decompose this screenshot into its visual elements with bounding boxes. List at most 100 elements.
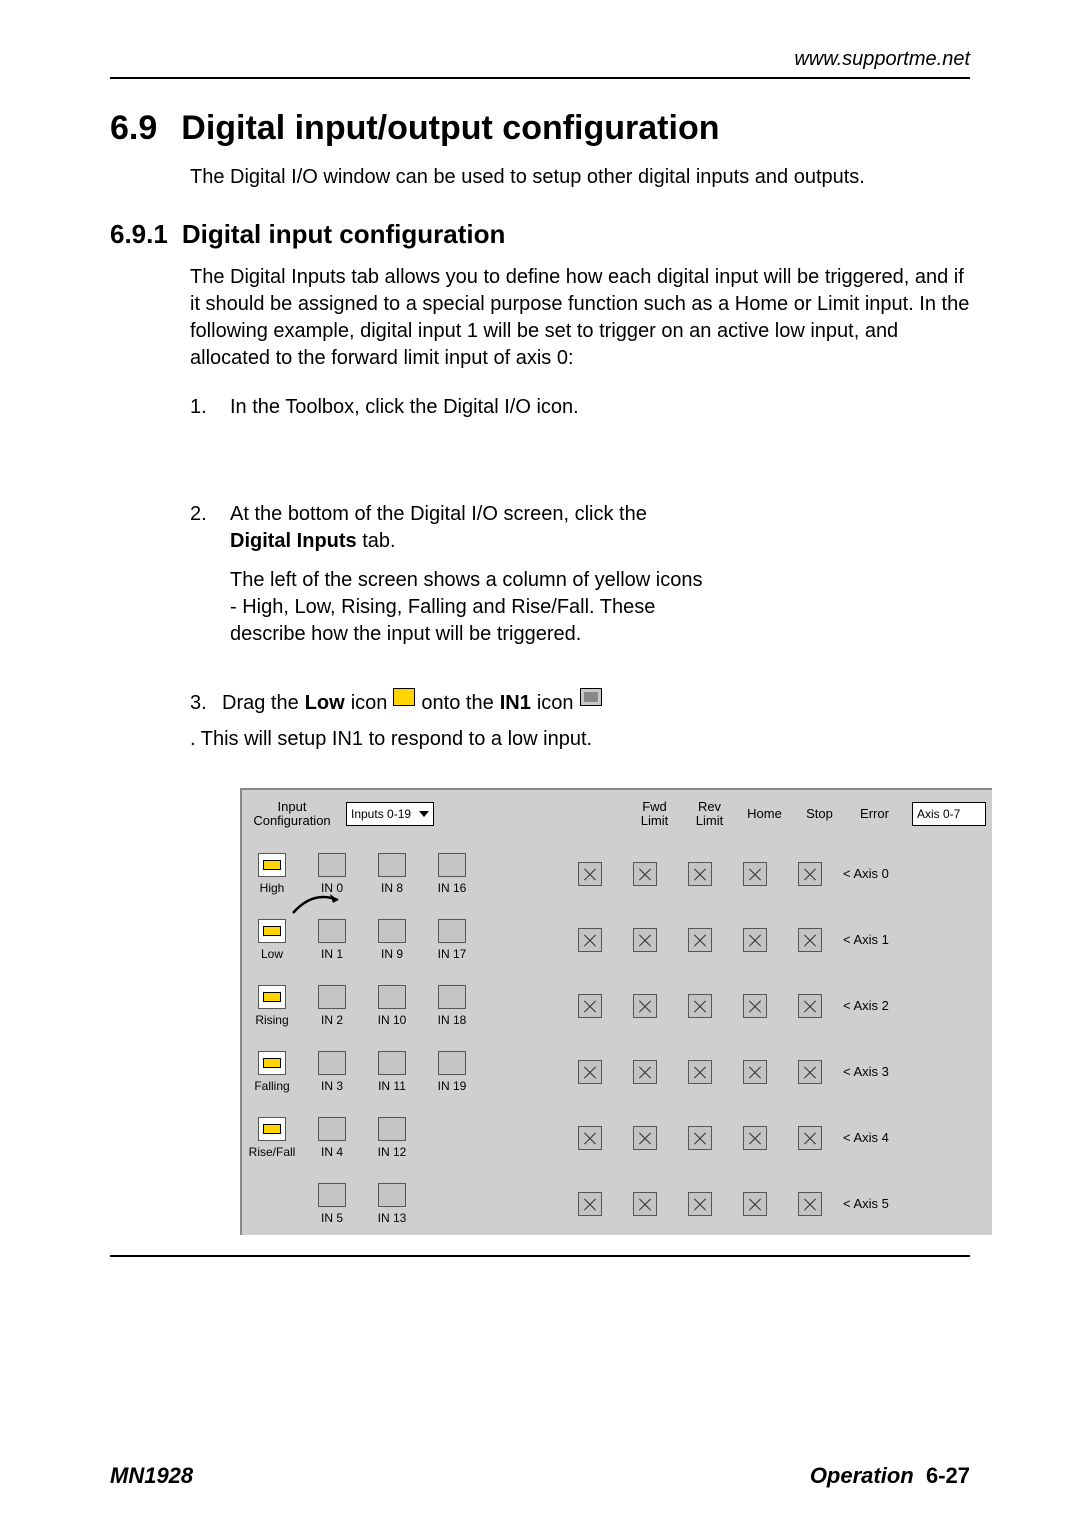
trigger-icon[interactable]: [258, 1051, 286, 1075]
unassigned-icon[interactable]: [688, 862, 712, 886]
unassigned-icon[interactable]: [578, 862, 602, 886]
assignment-cell[interactable]: [562, 1192, 617, 1216]
unassigned-icon[interactable]: [633, 1192, 657, 1216]
unassigned-icon[interactable]: [798, 994, 822, 1018]
input-cell[interactable]: IN 0: [302, 853, 362, 895]
trigger-icon[interactable]: [258, 985, 286, 1009]
input-cell[interactable]: IN 5: [302, 1183, 362, 1225]
trigger-type-cell[interactable]: Rising: [242, 985, 302, 1027]
input-icon[interactable]: [378, 1051, 406, 1075]
input-cell[interactable]: IN 4: [302, 1117, 362, 1159]
unassigned-icon[interactable]: [743, 1126, 767, 1150]
unassigned-icon[interactable]: [688, 1060, 712, 1084]
assignment-cell[interactable]: [782, 1192, 837, 1216]
input-icon[interactable]: [378, 1183, 406, 1207]
trigger-type-cell[interactable]: Falling: [242, 1051, 302, 1093]
trigger-type-cell[interactable]: High: [242, 853, 302, 895]
input-cell[interactable]: IN 8: [362, 853, 422, 895]
unassigned-icon[interactable]: [578, 994, 602, 1018]
axis-range-select[interactable]: Axis 0-7: [912, 802, 986, 826]
input-cell[interactable]: IN 1: [302, 919, 362, 961]
assignment-cell[interactable]: [562, 862, 617, 886]
unassigned-icon[interactable]: [743, 994, 767, 1018]
assignment-cell[interactable]: [782, 928, 837, 952]
assignment-cell[interactable]: [727, 994, 782, 1018]
unassigned-icon[interactable]: [688, 1126, 712, 1150]
trigger-icon[interactable]: [258, 1117, 286, 1141]
assignment-cell[interactable]: [727, 928, 782, 952]
input-icon[interactable]: [438, 853, 466, 877]
unassigned-icon[interactable]: [688, 928, 712, 952]
assignment-cell[interactable]: [617, 1060, 672, 1084]
input-icon[interactable]: [318, 985, 346, 1009]
unassigned-icon[interactable]: [743, 1060, 767, 1084]
assignment-cell[interactable]: [672, 1192, 727, 1216]
unassigned-icon[interactable]: [688, 1192, 712, 1216]
unassigned-icon[interactable]: [578, 928, 602, 952]
input-icon[interactable]: [318, 1183, 346, 1207]
input-cell[interactable]: IN 16: [422, 853, 482, 895]
input-icon[interactable]: [318, 919, 346, 943]
assignment-cell[interactable]: [727, 1192, 782, 1216]
unassigned-icon[interactable]: [633, 928, 657, 952]
assignment-cell[interactable]: [617, 928, 672, 952]
input-icon[interactable]: [438, 919, 466, 943]
unassigned-icon[interactable]: [798, 1060, 822, 1084]
assignment-cell[interactable]: [562, 994, 617, 1018]
assignment-cell[interactable]: [672, 928, 727, 952]
unassigned-icon[interactable]: [798, 1126, 822, 1150]
assignment-cell[interactable]: [782, 1060, 837, 1084]
input-icon[interactable]: [318, 853, 346, 877]
assignment-cell[interactable]: [562, 1060, 617, 1084]
unassigned-icon[interactable]: [633, 1060, 657, 1084]
input-cell[interactable]: IN 2: [302, 985, 362, 1027]
assignment-cell[interactable]: [672, 994, 727, 1018]
input-icon[interactable]: [438, 1051, 466, 1075]
assignment-cell[interactable]: [672, 1060, 727, 1084]
input-icon[interactable]: [318, 1117, 346, 1141]
input-cell[interactable]: IN 9: [362, 919, 422, 961]
input-cell[interactable]: IN 19: [422, 1051, 482, 1093]
unassigned-icon[interactable]: [798, 928, 822, 952]
assignment-cell[interactable]: [617, 994, 672, 1018]
unassigned-icon[interactable]: [633, 862, 657, 886]
input-cell[interactable]: IN 13: [362, 1183, 422, 1225]
assignment-cell[interactable]: [562, 1126, 617, 1150]
input-icon[interactable]: [378, 919, 406, 943]
input-cell[interactable]: IN 18: [422, 985, 482, 1027]
inputs-range-select[interactable]: Inputs 0-19: [346, 802, 434, 826]
assignment-cell[interactable]: [617, 1192, 672, 1216]
input-cell[interactable]: IN 17: [422, 919, 482, 961]
assignment-cell[interactable]: [782, 994, 837, 1018]
unassigned-icon[interactable]: [578, 1060, 602, 1084]
unassigned-icon[interactable]: [578, 1126, 602, 1150]
input-cell[interactable]: IN 12: [362, 1117, 422, 1159]
assignment-cell[interactable]: [617, 862, 672, 886]
input-icon[interactable]: [438, 985, 466, 1009]
unassigned-icon[interactable]: [633, 994, 657, 1018]
assignment-cell[interactable]: [782, 862, 837, 886]
input-cell[interactable]: IN 10: [362, 985, 422, 1027]
assignment-cell[interactable]: [562, 928, 617, 952]
unassigned-icon[interactable]: [578, 1192, 602, 1216]
unassigned-icon[interactable]: [743, 1192, 767, 1216]
assignment-cell[interactable]: [782, 1126, 837, 1150]
unassigned-icon[interactable]: [798, 862, 822, 886]
trigger-type-cell[interactable]: Rise/Fall: [242, 1117, 302, 1159]
assignment-cell[interactable]: [727, 862, 782, 886]
input-icon[interactable]: [318, 1051, 346, 1075]
input-icon[interactable]: [378, 1117, 406, 1141]
input-icon[interactable]: [378, 853, 406, 877]
assignment-cell[interactable]: [727, 1060, 782, 1084]
unassigned-icon[interactable]: [798, 1192, 822, 1216]
trigger-type-cell[interactable]: Low: [242, 919, 302, 961]
unassigned-icon[interactable]: [743, 862, 767, 886]
trigger-icon[interactable]: [258, 919, 286, 943]
unassigned-icon[interactable]: [633, 1126, 657, 1150]
assignment-cell[interactable]: [672, 862, 727, 886]
unassigned-icon[interactable]: [688, 994, 712, 1018]
input-icon[interactable]: [378, 985, 406, 1009]
assignment-cell[interactable]: [617, 1126, 672, 1150]
assignment-cell[interactable]: [672, 1126, 727, 1150]
input-cell[interactable]: IN 11: [362, 1051, 422, 1093]
